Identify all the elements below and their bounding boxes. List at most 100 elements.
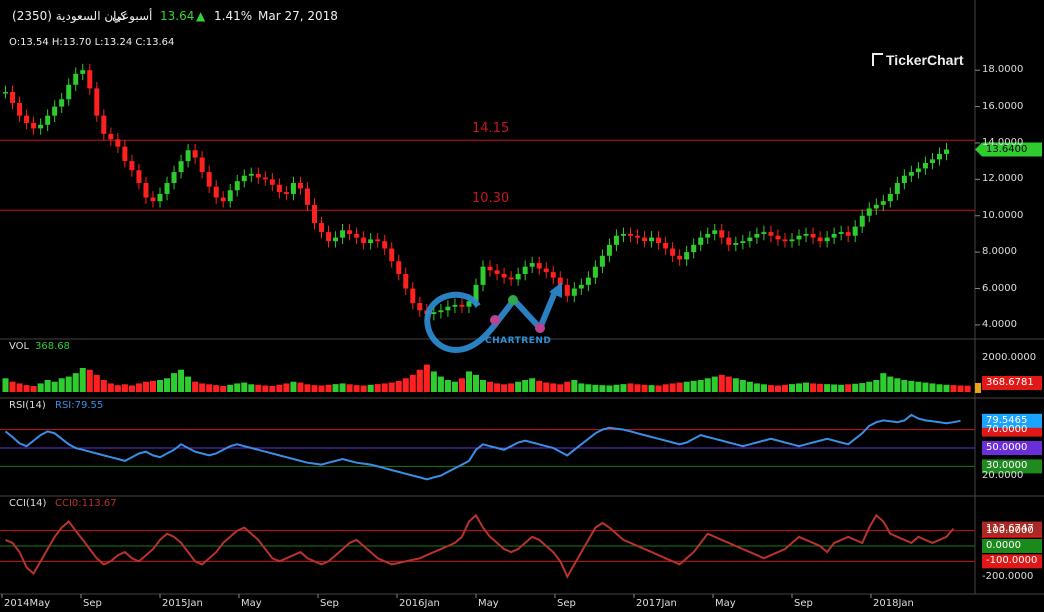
candle	[326, 232, 332, 242]
candle	[515, 273, 521, 280]
volume-bar	[72, 373, 79, 392]
volume-bar	[943, 384, 950, 392]
volume-bar	[739, 380, 746, 392]
volume-bar	[529, 378, 536, 392]
candle	[747, 237, 753, 242]
watermark-dot	[535, 323, 545, 333]
candle	[649, 237, 655, 242]
volume-bar	[304, 384, 311, 392]
volume-bar	[472, 374, 480, 392]
candle	[389, 248, 395, 262]
volume-bar	[220, 386, 227, 392]
volume-bar	[662, 384, 669, 392]
volume-bar	[781, 384, 788, 392]
volume-bar	[262, 385, 269, 392]
volume-bar	[192, 381, 199, 392]
candle	[452, 304, 458, 307]
x-tick-label: 2014May	[4, 598, 51, 609]
candle	[691, 244, 697, 253]
volume-bar	[93, 374, 100, 392]
volume-bar	[838, 384, 845, 392]
level-label: 14.15	[472, 121, 510, 137]
candle	[157, 193, 163, 202]
candle	[852, 226, 858, 236]
volume-bar	[557, 384, 564, 392]
candle	[396, 261, 402, 274]
volume-bar	[135, 383, 142, 392]
price-tick-label: 12.0000	[982, 173, 1024, 185]
volume-bar	[683, 381, 690, 392]
ohlc-readout: O:13.54 H:13.70 L:13.24 C:13.64	[9, 37, 174, 48]
volume-bar	[402, 378, 409, 392]
candle	[213, 186, 219, 198]
candle	[698, 237, 704, 245]
volume-bar	[171, 373, 178, 392]
low-value: L:13.24	[94, 37, 133, 48]
candle	[248, 173, 254, 176]
volume-bar	[79, 368, 86, 392]
volume-bar	[290, 381, 297, 392]
period-label: أسبوعي	[112, 9, 153, 23]
volume-bar	[901, 380, 908, 392]
volume-bar	[788, 384, 796, 392]
volume-bar	[206, 384, 213, 392]
candle	[810, 233, 816, 238]
candle	[115, 139, 121, 147]
volume-bar	[283, 383, 290, 392]
candle	[94, 88, 100, 116]
candle	[943, 149, 949, 154]
candle	[929, 159, 935, 163]
volume-bar	[227, 384, 234, 392]
volume-bar	[543, 382, 550, 392]
candle	[901, 175, 907, 183]
volume-bar	[950, 385, 957, 392]
volume-bar	[550, 383, 557, 392]
candle	[578, 284, 584, 289]
high-value: H:13.70	[51, 37, 92, 48]
volume-bar	[248, 384, 255, 392]
x-tick-label: Sep	[557, 598, 576, 609]
volume-bar	[564, 381, 571, 392]
candle	[782, 239, 788, 242]
volume-bar	[178, 369, 185, 392]
candle	[726, 237, 732, 245]
candle	[501, 273, 507, 278]
candle	[136, 170, 142, 183]
candle	[824, 237, 830, 242]
candle	[276, 184, 282, 193]
candle	[480, 266, 486, 285]
level-label: 10.30	[472, 191, 510, 207]
candle	[656, 237, 662, 244]
volume-bar	[774, 385, 781, 392]
volume-bar	[128, 385, 135, 392]
cci-tick-label: -200.0000	[982, 570, 1034, 582]
volume-bar	[922, 382, 929, 392]
price-tick-label: 6.0000	[982, 282, 1017, 294]
candle	[466, 301, 472, 307]
volume-bar	[234, 383, 241, 392]
candle	[543, 268, 549, 273]
candle	[775, 235, 781, 240]
volume-bar	[760, 384, 767, 392]
candle	[10, 92, 16, 103]
volume-bar	[873, 380, 880, 392]
candle	[677, 255, 683, 260]
candle	[143, 182, 149, 198]
volume-bar	[732, 378, 739, 392]
candle	[24, 115, 30, 123]
rsi-tick-label: 20.0000	[982, 469, 1024, 481]
candle	[45, 115, 51, 125]
change-label: 1.41%	[214, 9, 253, 23]
volume-bar	[627, 383, 634, 392]
price-tick-label: 4.0000	[982, 318, 1017, 330]
candle	[859, 215, 865, 227]
volume-bar	[255, 384, 262, 392]
volume-bar	[592, 384, 599, 392]
volume-bar	[810, 383, 817, 392]
candle	[31, 122, 37, 129]
candle	[635, 235, 641, 238]
candle	[354, 233, 360, 238]
x-tick-label: 2015Jan	[162, 598, 203, 609]
volume-bar	[381, 383, 388, 392]
candle	[431, 312, 437, 314]
